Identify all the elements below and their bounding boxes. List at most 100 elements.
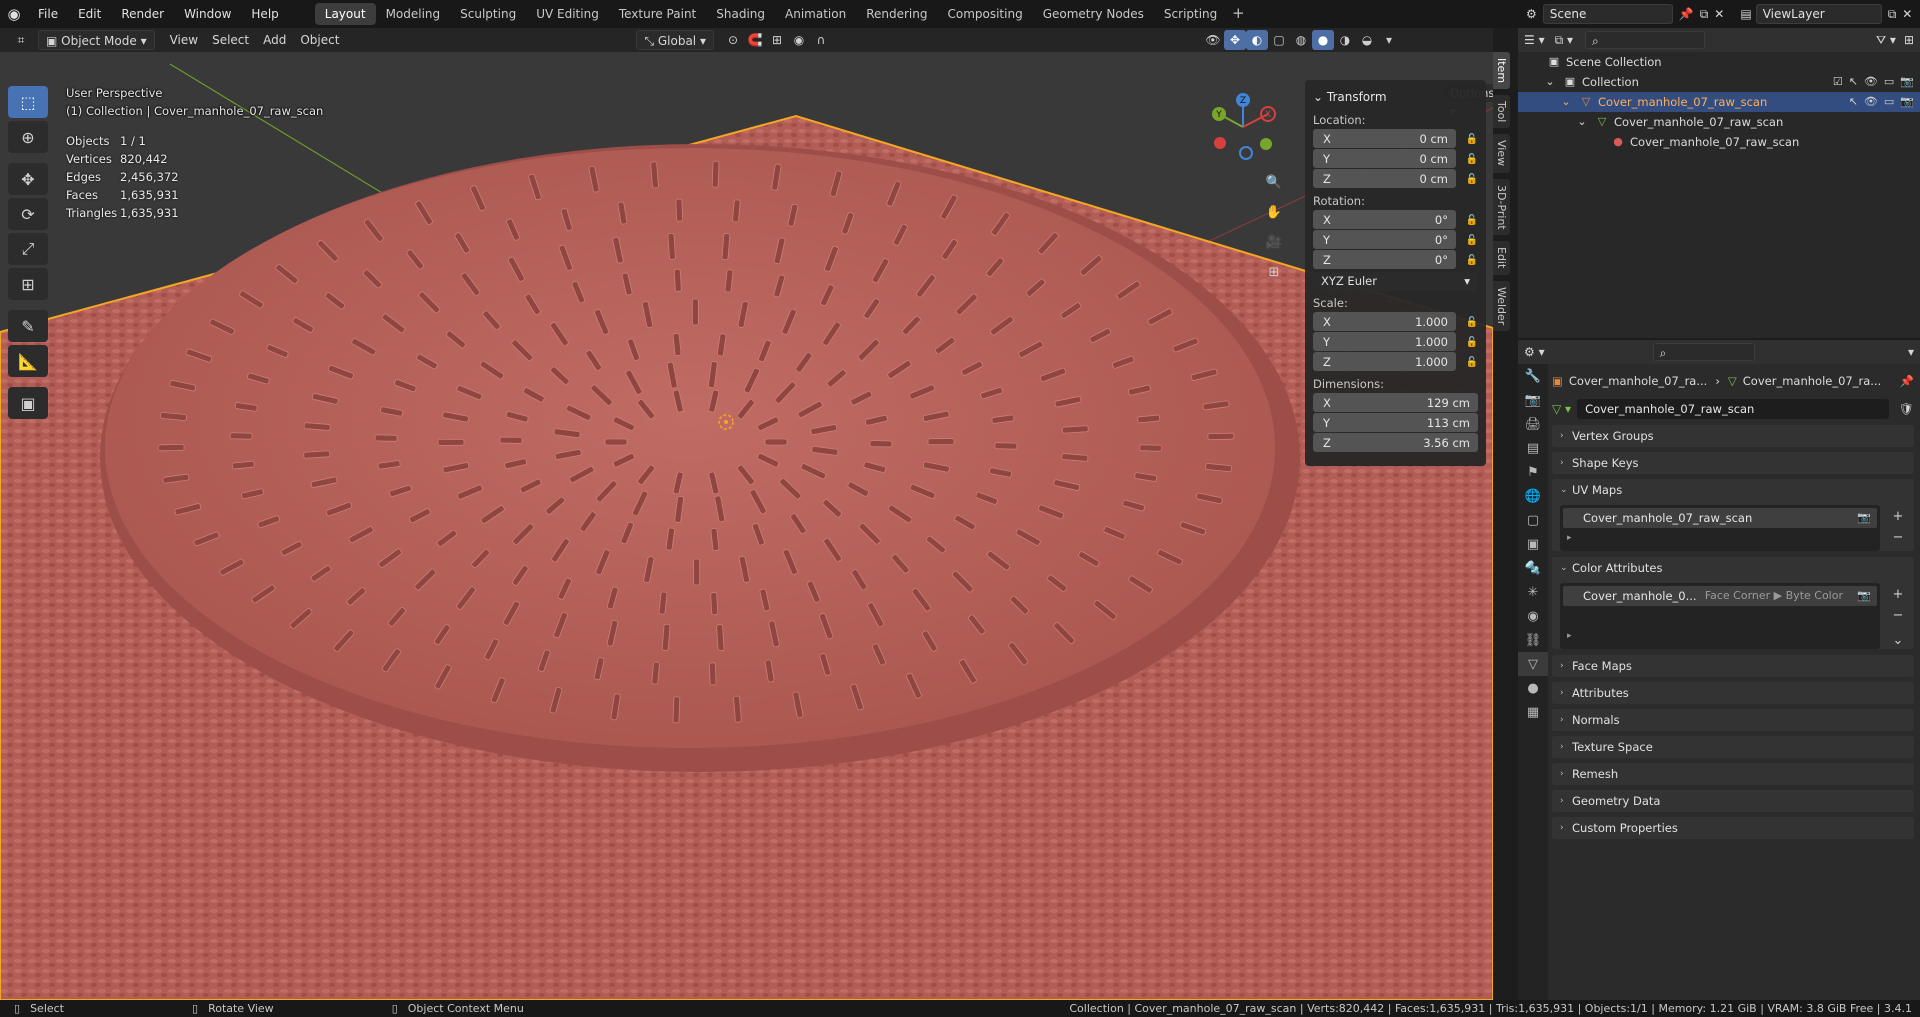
- output-properties-icon[interactable]: 🖨: [1518, 412, 1548, 436]
- attributes-panel[interactable]: › Attributes: [1552, 682, 1914, 704]
- cursor-tool-icon[interactable]: ⊕: [8, 121, 48, 153]
- shape-keys-panel[interactable]: › Shape Keys: [1552, 452, 1914, 474]
- solid-shading-icon[interactable]: ●: [1311, 30, 1334, 50]
- pan-hand-icon[interactable]: ✋: [1262, 200, 1286, 224]
- outliner-filter-view-icon[interactable]: ⧉ ▾: [1555, 33, 1573, 48]
- 3d-viewport[interactable]: ⌗ ▣ Object Mode ▾ View Select Add Object…: [0, 28, 1493, 1000]
- shading-options-icon[interactable]: ▾: [1378, 30, 1400, 50]
- pin-icon[interactable]: 📌: [1679, 7, 1694, 21]
- expand-toggle-icon[interactable]: ⌄: [1574, 112, 1590, 132]
- menu-window[interactable]: Window: [174, 3, 241, 25]
- scale-tool-icon[interactable]: ⤢: [8, 233, 48, 265]
- properties-options-icon[interactable]: ▾: [1908, 345, 1914, 359]
- color-attributes-header[interactable]: ⌄ Color Attributes: [1552, 557, 1914, 579]
- visibility-icon[interactable]: 👁: [1864, 72, 1878, 92]
- mode-dropdown[interactable]: ▣ Object Mode ▾: [38, 30, 155, 50]
- color-attribute-menu-icon[interactable]: ⌄: [1888, 632, 1908, 650]
- dimension-x-field[interactable]: X 129 cm: [1313, 393, 1478, 413]
- menu-select[interactable]: Select: [205, 30, 256, 50]
- lock-icon[interactable]: 🔓: [1456, 357, 1478, 368]
- add-color-attribute-button[interactable]: +: [1888, 586, 1908, 604]
- gizmo-neg-y-axis[interactable]: [1260, 138, 1272, 150]
- new-view-layer-icon[interactable]: ⧉: [1888, 7, 1897, 22]
- menu-edit[interactable]: Edit: [68, 3, 111, 25]
- lock-icon[interactable]: 🔓: [1456, 174, 1478, 185]
- camera-view-icon[interactable]: 🎥: [1262, 230, 1286, 254]
- gizmo-neg-z-axis[interactable]: [1239, 146, 1253, 160]
- wireframe-shading-icon[interactable]: ◍: [1290, 30, 1312, 50]
- view-layer-properties-icon[interactable]: ▤: [1518, 436, 1548, 460]
- list-expand-icon[interactable]: ▸: [1563, 626, 1877, 646]
- transform-panel-header[interactable]: ⌄ Transform: [1313, 86, 1478, 108]
- rotation-z-field[interactable]: Z 0° 🔓: [1313, 250, 1478, 270]
- location-z-field[interactable]: Z0 cm 🔓: [1313, 169, 1478, 189]
- lock-icon[interactable]: 🔓: [1456, 337, 1478, 348]
- rotate-tool-icon[interactable]: ⟳: [8, 198, 48, 230]
- add-uv-map-button[interactable]: +: [1888, 508, 1908, 526]
- tab-3d-print[interactable]: 3D-Print: [1493, 178, 1510, 236]
- exclude-checkbox-icon[interactable]: ☑: [1833, 72, 1843, 92]
- uv-map-item[interactable]: Cover_manhole_07_raw_scan 📷: [1563, 508, 1877, 528]
- viewport-disable-icon[interactable]: ▭: [1884, 92, 1894, 112]
- render-disable-icon[interactable]: 📷: [1900, 72, 1914, 92]
- tab-view[interactable]: View: [1493, 134, 1510, 173]
- mesh-name-field[interactable]: Cover_manhole_07_raw_scan: [1577, 399, 1889, 419]
- lock-icon[interactable]: 🔓: [1456, 134, 1478, 145]
- face-maps-panel[interactable]: › Face Maps: [1552, 655, 1914, 677]
- constraints-properties-icon[interactable]: ⛓: [1518, 628, 1548, 652]
- proportional-edit-icon[interactable]: ◉: [788, 30, 810, 50]
- world-properties-icon[interactable]: 🌐: [1518, 484, 1548, 508]
- render-disable-icon[interactable]: 📷: [1900, 92, 1914, 112]
- blender-logo-icon[interactable]: ◉: [0, 0, 28, 28]
- tab-edit[interactable]: Edit: [1493, 241, 1510, 275]
- outliner-row-scene-collection[interactable]: ▣ Scene Collection: [1518, 52, 1920, 72]
- physics-properties-icon[interactable]: ◉: [1518, 604, 1548, 628]
- tab-texture-paint[interactable]: Texture Paint: [609, 3, 706, 25]
- falloff-icon[interactable]: ∩: [810, 30, 832, 50]
- menu-file[interactable]: File: [28, 3, 68, 25]
- transform-tool-icon[interactable]: ⊞: [8, 268, 48, 300]
- uv-maps-header[interactable]: ⌄ UV Maps: [1552, 479, 1914, 501]
- display-mode-icon[interactable]: ☰ ▾: [1524, 33, 1545, 47]
- gizmo-toggle-icon[interactable]: ✥: [1223, 30, 1246, 50]
- visibility-icon[interactable]: 👁: [1202, 30, 1224, 50]
- particles-properties-icon[interactable]: ✳: [1518, 580, 1548, 604]
- tab-modeling[interactable]: Modeling: [376, 3, 451, 25]
- tab-uv-editing[interactable]: UV Editing: [526, 3, 609, 25]
- dimension-y-field[interactable]: Y 113 cm: [1313, 413, 1478, 433]
- mesh-browse-icon[interactable]: ▽ ▾: [1552, 402, 1571, 416]
- tab-tool[interactable]: Tool: [1493, 95, 1510, 129]
- snap-target-icon[interactable]: ⊞: [766, 30, 788, 50]
- outliner-row-object[interactable]: ⌄ ▽ Cover_manhole_07_raw_scan ↖ 👁 ▭ 📷: [1518, 92, 1920, 112]
- lock-icon[interactable]: 🔓: [1456, 215, 1478, 226]
- remesh-panel[interactable]: › Remesh: [1552, 763, 1914, 785]
- view-layer-field[interactable]: ViewLayer: [1755, 4, 1882, 24]
- ortho-grid-icon[interactable]: ⊞: [1262, 260, 1286, 284]
- outliner-row-collection[interactable]: ⌄ ▣ Collection ☑ ↖ 👁 ▭ 📷: [1518, 72, 1920, 92]
- scale-z-field[interactable]: Z 1.000 🔓: [1313, 352, 1478, 372]
- add-cube-tool-icon[interactable]: ▣: [8, 387, 48, 419]
- menu-render[interactable]: Render: [111, 3, 174, 25]
- add-workspace-icon[interactable]: +: [1227, 3, 1249, 25]
- visibility-icon[interactable]: 👁: [1864, 92, 1878, 112]
- lock-icon[interactable]: 🔓: [1456, 317, 1478, 328]
- delete-scene-icon[interactable]: ✕: [1714, 7, 1724, 21]
- dimension-z-field[interactable]: Z 3.56 cm: [1313, 433, 1478, 453]
- tab-scripting[interactable]: Scripting: [1154, 3, 1227, 25]
- properties-search-input[interactable]: ⌕: [1652, 343, 1755, 361]
- texture-properties-icon[interactable]: ▦: [1518, 700, 1548, 724]
- zoom-icon[interactable]: 🔍: [1262, 170, 1286, 194]
- pivot-point-icon[interactable]: ⊙: [722, 30, 744, 50]
- snap-toggle-icon[interactable]: 🧲: [744, 30, 766, 50]
- modifier-properties-icon[interactable]: 🔩: [1518, 556, 1548, 580]
- editor-type-icon[interactable]: ⌗: [10, 30, 32, 50]
- tab-welder[interactable]: Welder: [1493, 280, 1510, 331]
- custom-properties-panel[interactable]: › Custom Properties: [1552, 817, 1914, 839]
- tab-compositing[interactable]: Compositing: [937, 3, 1032, 25]
- tab-item[interactable]: Item: [1493, 52, 1510, 90]
- outliner-row-mesh-data[interactable]: ⌄ ▽ Cover_manhole_07_raw_scan: [1518, 112, 1920, 132]
- rotation-x-field[interactable]: X 0° 🔓: [1313, 210, 1478, 230]
- gizmo-x-axis[interactable]: [1214, 137, 1226, 149]
- menu-help[interactable]: Help: [241, 3, 288, 25]
- rendered-shading-icon[interactable]: ◒: [1356, 30, 1378, 50]
